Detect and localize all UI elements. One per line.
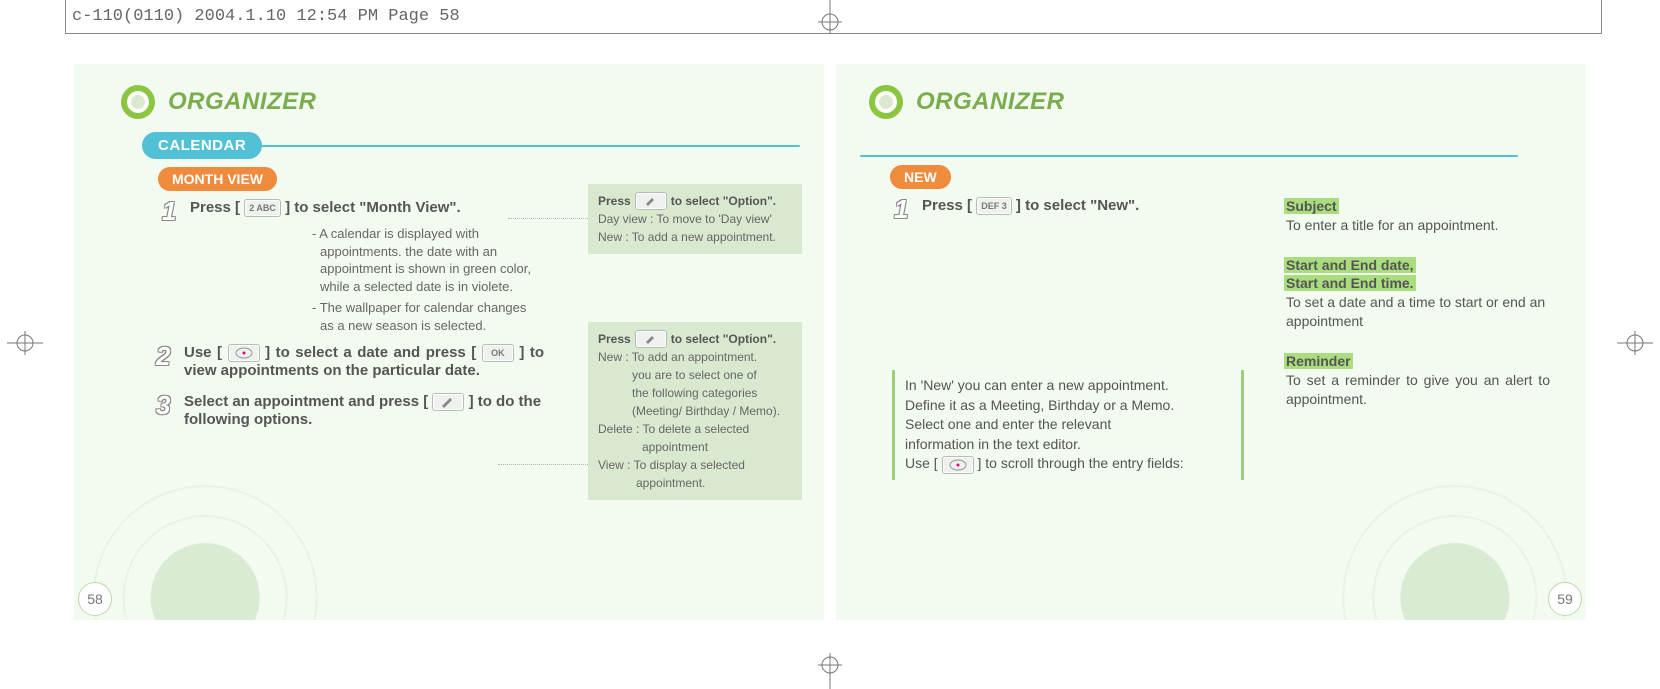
option-box-1-head: Press to select "Option". — [598, 192, 792, 210]
section-header-right: ORGANIZER — [868, 84, 1548, 120]
step-2-text: Use [ ] to select a date and press [ OK … — [184, 344, 544, 379]
field-date-body: To set a date and a time to start or end… — [1286, 293, 1550, 331]
nav-ring-icon — [942, 456, 974, 474]
step-number-icon: 3 — [156, 395, 176, 428]
new-pill: NEW — [890, 165, 951, 189]
page-spread: ORGANIZER CALENDAR MONTH VIEW 1 Press [ … — [68, 58, 1592, 626]
registration-mark-bottom — [815, 653, 845, 689]
page-left: ORGANIZER CALENDAR MONTH VIEW 1 Press [ … — [68, 58, 830, 626]
connector-line — [508, 218, 588, 219]
field-date-title-2: Start and End time. — [1284, 275, 1416, 291]
section-title: ORGANIZER — [916, 88, 1065, 116]
print-header-text: c-110(0110) 2004.1.10 12:54 PM Page 58 — [66, 7, 460, 26]
registration-mark-right — [1617, 328, 1653, 358]
month-view-pill: MONTH VIEW — [158, 167, 277, 191]
section-title: ORGANIZER — [168, 88, 317, 116]
nav-ring-icon — [228, 344, 260, 362]
section-bullet-icon — [868, 84, 904, 120]
section-header-left: ORGANIZER — [120, 84, 800, 120]
page-number-left: 58 — [78, 582, 112, 616]
registration-mark-top — [815, 0, 845, 34]
field-subject-body: To enter a title for an appointment. — [1286, 216, 1550, 235]
step-number-icon: 2 — [156, 346, 176, 379]
calendar-rule — [260, 145, 800, 147]
option-box-2: Press to select "Option". New : To add a… — [588, 322, 802, 500]
info-line-5: Use [ ] to scroll through the entry fiel… — [905, 454, 1231, 474]
key-ok-icon: OK — [482, 344, 514, 362]
field-definitions: Subject To enter a title for an appointm… — [1284, 198, 1550, 430]
pen-key-icon — [635, 330, 667, 348]
step-3-text: Select an appointment and press [ ] to d… — [184, 393, 544, 428]
section-bullet-icon — [120, 84, 156, 120]
step-1-right-text: Press [ DEF 3 ] to select "New". — [922, 197, 1139, 219]
step-number-icon: 1 — [894, 199, 914, 219]
option-box-1: Press to select "Option". Day view : To … — [588, 184, 802, 254]
registration-mark-left — [7, 328, 43, 358]
step-1-notes: - A calendar is displayed with appointme… — [312, 225, 542, 334]
calendar-rule-right — [860, 155, 1518, 157]
field-subject-title: Subject — [1284, 198, 1339, 214]
step-1-text: Press [ 2 ABC ] to select "Month View". — [190, 199, 461, 221]
calendar-pill: CALENDAR — [142, 132, 262, 159]
field-reminder-title: Reminder — [1284, 353, 1353, 369]
option-box-2-head: Press to select "Option". — [598, 330, 792, 348]
connector-line — [498, 464, 588, 465]
page-number-right: 59 — [1548, 582, 1582, 616]
key-3def-icon: DEF 3 — [976, 197, 1012, 215]
new-info-box: In 'New' you can enter a new appointment… — [892, 370, 1244, 480]
page-right: ORGANIZER NEW 1 Press [ DEF 3 ] to selec… — [830, 58, 1592, 626]
step-number-icon: 1 — [162, 201, 182, 221]
field-reminder-body: To set a reminder to give you an alert t… — [1286, 371, 1550, 409]
pen-key-icon — [635, 192, 667, 210]
key-2abc-icon: 2 ABC — [244, 199, 281, 217]
calendar-row: CALENDAR — [142, 132, 800, 159]
pen-key-icon — [432, 393, 464, 411]
field-date-title-1: Start and End date, — [1284, 257, 1416, 273]
